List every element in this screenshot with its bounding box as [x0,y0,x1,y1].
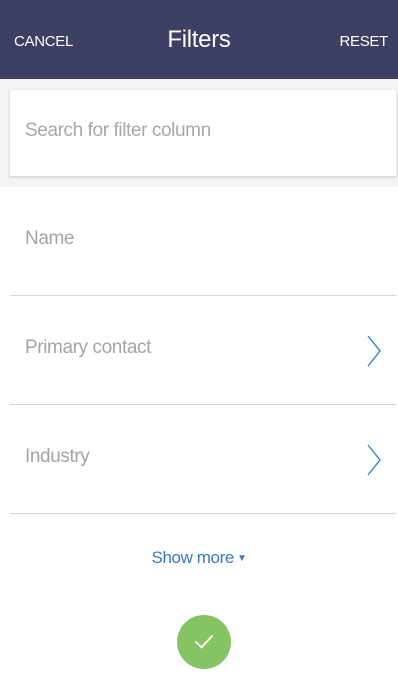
chevron-right-icon [367,444,381,476]
search-card[interactable] [10,90,396,176]
checkmark-icon [195,635,213,649]
caret-down-icon: ▼ [236,553,247,564]
filter-row-primary-contact[interactable]: Primary contact [10,296,396,405]
filter-label: Industry [25,446,90,467]
filters-screen: CANCEL Filters RESET Name Primary contac… [0,0,398,684]
show-more-label: Show more [151,548,235,567]
reset-button[interactable]: RESET [339,33,388,50]
filter-label: Primary contact [25,337,151,358]
chevron-right-icon [367,335,381,367]
filter-label: Name [25,228,75,249]
header-bar: CANCEL Filters RESET [0,0,398,79]
search-section [0,79,398,187]
confirm-button[interactable] [177,615,231,669]
search-input[interactable] [25,120,375,142]
show-more-link[interactable]: Show more ▼ [0,548,398,568]
filter-row-industry[interactable]: Industry [10,405,396,514]
page-title: Filters [167,26,231,53]
filter-row-name[interactable]: Name [10,187,396,296]
